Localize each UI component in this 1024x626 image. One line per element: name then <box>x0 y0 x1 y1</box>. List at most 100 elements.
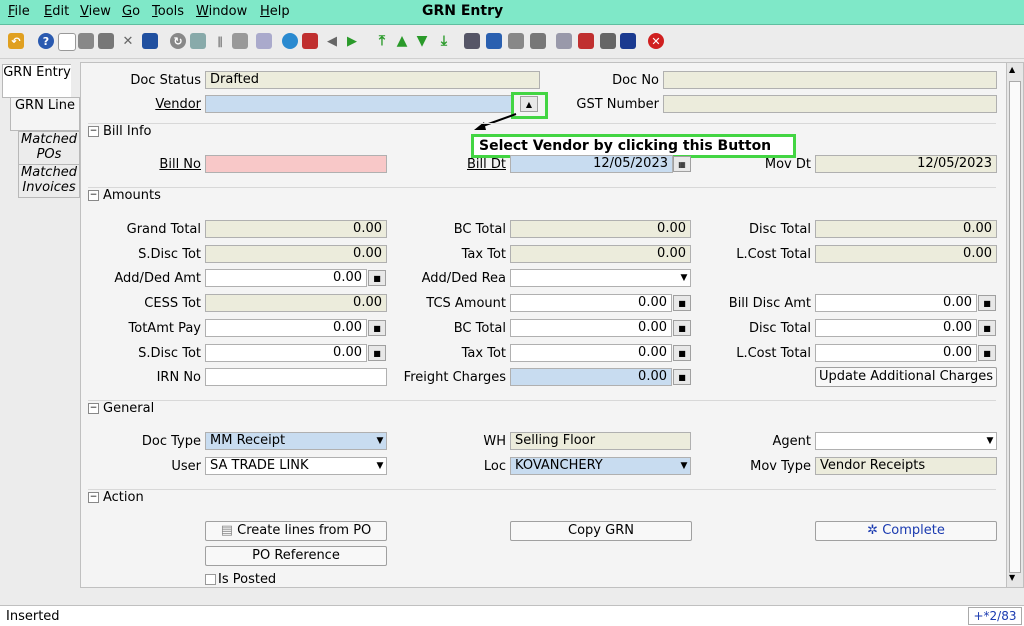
first-record-icon[interactable]: ⤒ <box>374 33 390 49</box>
back-icon[interactable]: ◀ <box>324 33 340 49</box>
chevron-down-icon[interactable]: ▼ <box>374 458 386 474</box>
menu-help[interactable]: Help <box>260 4 290 19</box>
refresh-icon[interactable]: ↻ <box>170 33 186 49</box>
end-icon[interactable] <box>620 33 636 49</box>
is-posted-checkbox[interactable] <box>205 574 216 585</box>
vertical-scrollbar[interactable]: ▲ ▼ <box>1006 62 1024 588</box>
doc-type-select[interactable]: MM Receipt <box>205 432 387 450</box>
help-icon[interactable]: ? <box>38 33 54 49</box>
irn-no-field[interactable] <box>205 368 387 386</box>
report-icon[interactable] <box>464 33 480 49</box>
next-record-icon[interactable]: ▼ <box>414 33 430 49</box>
is-posted-label: Is Posted <box>218 572 277 587</box>
chevron-down-icon[interactable]: ▼ <box>374 433 386 449</box>
create-lines-from-po-button[interactable]: ▤ Create lines from PO <box>205 521 387 541</box>
home-icon[interactable] <box>302 33 318 49</box>
doc-no-field[interactable] <box>663 71 997 89</box>
tab-matched-pos[interactable]: Matched POs <box>18 131 80 165</box>
irn-no-label: IRN No <box>156 370 201 385</box>
amounts-section[interactable]: − Amounts <box>88 187 996 206</box>
po-reference-button[interactable]: PO Reference <box>205 546 387 566</box>
print-icon[interactable] <box>530 33 546 49</box>
calculator-button[interactable]: ■ <box>673 295 691 311</box>
copy-icon[interactable] <box>78 33 94 49</box>
bill-disc-amt-field[interactable]: 0.00 <box>815 294 977 312</box>
previous-record-icon[interactable]: ▲ <box>394 33 410 49</box>
chevron-down-icon[interactable]: ▼ <box>678 458 690 474</box>
history-icon[interactable] <box>256 33 272 49</box>
workflow-icon[interactable] <box>578 33 594 49</box>
add-ded-rea-select[interactable] <box>510 269 691 287</box>
tcs-amount-field[interactable]: 0.00 <box>510 294 672 312</box>
sdisc-tot2-field[interactable]: 0.00 <box>205 344 367 362</box>
archive-list-icon[interactable] <box>486 33 502 49</box>
find-icon[interactable] <box>190 33 206 49</box>
calculator-icon: ■ <box>983 348 991 358</box>
user-select[interactable]: SA TRADE LINK <box>205 457 387 475</box>
attachment-icon[interactable]: ∥ <box>212 33 228 49</box>
forward-icon[interactable]: ▶ <box>344 33 360 49</box>
calculator-button[interactable]: ■ <box>673 320 691 336</box>
calculator-button[interactable]: ■ <box>673 369 691 385</box>
cut-icon[interactable]: ✕ <box>120 33 136 49</box>
complete-button[interactable]: ✲ Complete <box>815 521 997 541</box>
record-indicator[interactable]: +*2/83 <box>968 607 1022 625</box>
menu-tools[interactable]: Tools <box>152 4 184 19</box>
archive-icon[interactable] <box>282 33 298 49</box>
loc-select[interactable]: KOVANCHERY <box>510 457 691 475</box>
new-icon[interactable] <box>58 33 76 51</box>
delete-icon[interactable] <box>98 33 114 49</box>
bill-info-section[interactable]: − Bill Info <box>88 123 996 142</box>
calculator-button[interactable]: ■ <box>368 320 386 336</box>
menu-window[interactable]: Window <box>196 4 247 19</box>
tab-grn-line[interactable]: GRN Line <box>10 97 80 131</box>
lcost-total2-field[interactable]: 0.00 <box>815 344 977 362</box>
vendor-field[interactable] <box>205 95 512 113</box>
chevron-down-icon[interactable]: ▼ <box>678 270 690 286</box>
disc-total2-field[interactable]: 0.00 <box>815 319 977 337</box>
collapse-icon[interactable]: − <box>88 190 99 201</box>
menu-edit[interactable]: Edit <box>44 4 69 19</box>
gst-number-field[interactable] <box>663 95 997 113</box>
menu-file[interactable]: File <box>8 4 30 19</box>
chat-icon[interactable] <box>232 33 248 49</box>
last-record-icon[interactable]: ⤓ <box>436 33 452 49</box>
bill-dt-field[interactable]: 12/05/2023 <box>510 155 673 173</box>
freight-charges-field[interactable]: 0.00 <box>510 368 672 386</box>
undo-icon[interactable]: ↶ <box>8 33 24 49</box>
calendar-button[interactable]: ▦ <box>673 156 691 172</box>
bc-total2-field[interactable]: 0.00 <box>510 319 672 337</box>
collapse-icon[interactable]: − <box>88 403 99 414</box>
menu-go[interactable]: Go <box>122 4 140 19</box>
collapse-icon[interactable]: − <box>88 126 99 137</box>
calculator-button[interactable]: ■ <box>368 270 386 286</box>
calculator-button[interactable]: ■ <box>673 345 691 361</box>
copy-grn-button[interactable]: Copy GRN <box>510 521 692 541</box>
action-section[interactable]: − Action <box>88 489 996 508</box>
zoom-icon[interactable] <box>556 33 572 49</box>
bill-no-field[interactable] <box>205 155 387 173</box>
calculator-button[interactable]: ■ <box>978 295 996 311</box>
scroll-up-icon[interactable]: ▲ <box>1009 65 1015 74</box>
chevron-down-icon[interactable]: ▼ <box>984 433 996 449</box>
close-icon[interactable]: ✕ <box>648 33 664 49</box>
totamt-pay-field[interactable]: 0.00 <box>205 319 367 337</box>
general-section[interactable]: − General <box>88 400 996 419</box>
save-icon[interactable] <box>142 33 158 49</box>
disc-total-field: 0.00 <box>815 220 997 238</box>
calculator-button[interactable]: ■ <box>368 345 386 361</box>
tab-grn-entry[interactable]: GRN Entry <box>2 64 71 98</box>
scroll-thumb[interactable] <box>1009 81 1021 573</box>
calculator-button[interactable]: ■ <box>978 320 996 336</box>
calculator-button[interactable]: ■ <box>978 345 996 361</box>
product-info-icon[interactable] <box>600 33 616 49</box>
menu-view[interactable]: View <box>80 4 111 19</box>
agent-select[interactable] <box>815 432 997 450</box>
add-ded-amt-field[interactable]: 0.00 <box>205 269 367 287</box>
tab-matched-invoices[interactable]: Matched Invoices <box>18 164 80 198</box>
collapse-icon[interactable]: − <box>88 492 99 503</box>
print-preview-icon[interactable] <box>508 33 524 49</box>
scroll-down-icon[interactable]: ▼ <box>1009 573 1015 582</box>
tax-tot2-field[interactable]: 0.00 <box>510 344 672 362</box>
update-additional-charges-button[interactable]: Update Additional Charges <box>815 367 997 387</box>
